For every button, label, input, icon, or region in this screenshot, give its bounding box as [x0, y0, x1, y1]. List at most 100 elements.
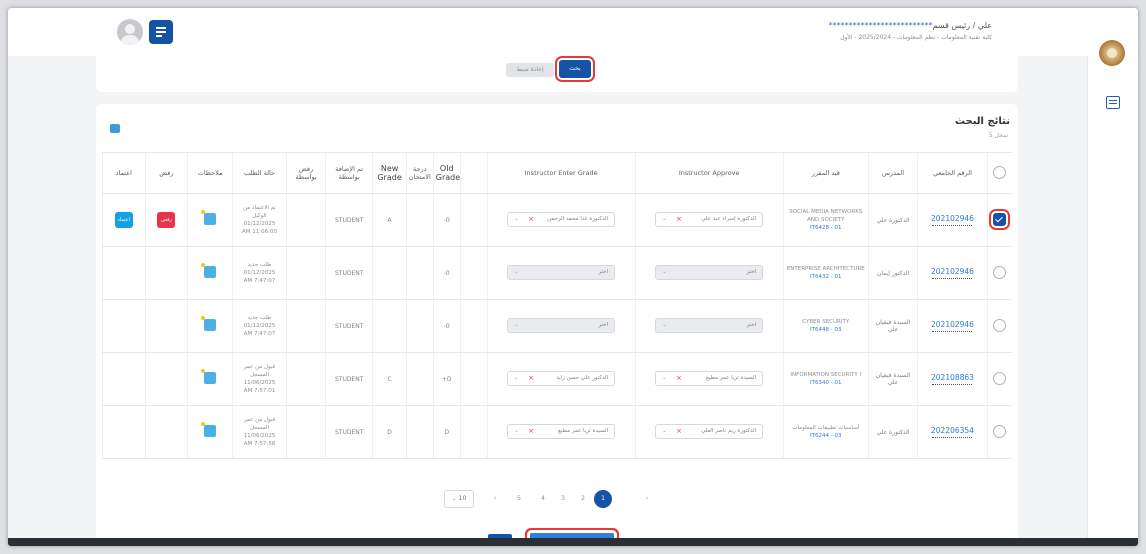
instructor-approve-select[interactable]: ⌄ × الدكتورة ريم ناصر العلي [655, 423, 764, 439]
select-value: الدكتورة ريم ناصر العلي [701, 427, 757, 434]
col-reject: رفض [144, 152, 188, 194]
status-date: 11/06/2025 [243, 433, 276, 439]
chevron-down-icon: ⌄ [514, 215, 519, 222]
row-checkbox[interactable] [993, 318, 1007, 332]
chevron-down-icon: ⌄ [514, 374, 519, 381]
avatar[interactable] [117, 19, 143, 45]
col-instructor-approve: Instructor Approve [634, 152, 784, 194]
table-row: قبول من عمر المسجل 11/06/2025 AM 7:57:01 ST… [102, 352, 1012, 406]
status-text: تم الاعتماد من الوكيل [243, 205, 276, 219]
instructor-grade-select[interactable]: ⌄ × الدكتورة غدا محمد الرحمن [507, 211, 616, 227]
student-id-link[interactable]: 202102946 [931, 267, 974, 276]
note-icon[interactable] [201, 263, 217, 278]
chevron-down-icon: ⌄ [662, 321, 667, 328]
col-student-id: الرقم الجامعي [917, 152, 988, 194]
divider [932, 331, 973, 332]
row-checkbox[interactable] [993, 265, 1007, 279]
page-button[interactable]: 3 [556, 492, 570, 506]
col-approve: اعتماد [102, 152, 146, 194]
page-button[interactable]: 5 [512, 492, 526, 506]
student-id-cell: 202206354 [917, 405, 988, 459]
student-id-link[interactable]: 202102946 [931, 320, 974, 329]
chevron-right-icon[interactable]: › [640, 492, 654, 506]
student-id-link[interactable]: 202206354 [931, 426, 974, 435]
reject-cell [144, 405, 188, 459]
table-row: طلب جديد 01/12/2025 AM 7:47:07 STUDENT -0 ⌄ اخ… [102, 246, 1012, 300]
col-select-all [986, 152, 1012, 194]
row-checkbox[interactable] [993, 212, 1007, 226]
select-value: السيدة ثريا عمر مطيع [558, 427, 609, 434]
student-id-cell: 202102946 [917, 299, 988, 353]
instructor-approve-select[interactable]: ⌄ اختر [655, 317, 764, 333]
course-code[interactable]: IT6428 - 01 [786, 224, 866, 232]
approve-cell [102, 405, 146, 459]
instructor-approve-select[interactable]: ⌄ × الدكتورة إسراء عبد علي [655, 211, 764, 227]
course-code[interactable]: IT6244 - 03 [786, 432, 866, 440]
course-name: أساسيات تطبيقات المعلومات [792, 425, 860, 431]
instructor-grade-select[interactable]: ⌄ × الدكتور علي حسن زايد [507, 370, 616, 386]
note-icon[interactable] [201, 422, 217, 437]
status-date: 11/06/2025 [243, 380, 276, 386]
student-id-link[interactable]: 202102946 [931, 214, 974, 223]
reset-button[interactable]: إعادة ضبط [506, 63, 554, 77]
print-icon[interactable] [110, 124, 120, 133]
page-button[interactable]: 1 [594, 490, 612, 508]
search-button[interactable]: بحث [559, 60, 591, 78]
old-grade-cell: -0 [432, 193, 461, 247]
new-grade-cell: A [372, 193, 407, 247]
university-logo [1099, 40, 1125, 66]
exam-grade-cell [405, 405, 434, 459]
page-size-select[interactable]: ⌄ 10 [444, 490, 474, 508]
status-text: طلب جديد [247, 262, 272, 268]
instructor-grade-select[interactable]: ⌄ اختر [507, 317, 616, 333]
page-button[interactable]: 2 [576, 492, 590, 506]
chevron-left-icon[interactable]: ‹ [488, 492, 502, 506]
teacher-cell: الدكتورة علي [867, 405, 918, 459]
page-button[interactable]: 4 [536, 492, 550, 506]
document-icon[interactable] [149, 20, 173, 44]
col-old-grade: Old Grade [432, 152, 461, 194]
col-notes: ملاحظات [187, 152, 233, 194]
course-code[interactable]: IT6448 - 03 [786, 326, 866, 334]
note-icon[interactable] [201, 369, 217, 384]
clear-icon[interactable]: × [528, 213, 534, 226]
row-checkbox[interactable] [993, 424, 1007, 438]
instructor-approve-select[interactable]: ⌄ اختر [655, 264, 764, 280]
exam-grade-cell [405, 246, 434, 300]
course-name: INFORMATION SECURITY I [790, 372, 862, 378]
exam-grade-cell [405, 352, 434, 406]
student-id-cell: 202108863 [917, 352, 988, 406]
select-all-checkbox[interactable] [993, 165, 1007, 179]
row-checkbox[interactable] [993, 371, 1007, 385]
clear-icon[interactable]: × [528, 372, 534, 385]
course-code[interactable]: IT6432 - 01 [786, 273, 866, 281]
col-added-by: تم الإضافة بواسطة [325, 152, 373, 194]
new-grade-cell [372, 246, 407, 300]
table-row: طلب جديد 01/12/2025 AM 7:47:07 STUDENT -0 ⌄ اخ… [102, 299, 1012, 353]
enter-grade-cell: ⌄ اختر [486, 299, 636, 353]
status-text: طلب جديد [247, 315, 272, 321]
calendar-icon[interactable] [1106, 96, 1120, 109]
instructor-grade-select[interactable]: ⌄ اختر [507, 264, 616, 280]
rejected-by-cell [285, 352, 326, 406]
approve-button[interactable]: اعتماد [114, 212, 133, 228]
status-cell: طلب جديد 01/12/2025 AM 7:47:07 [232, 246, 287, 300]
course-cell: ENTERPRISE ARCHITECTURE IT6432 - 01 [782, 246, 869, 300]
course-name: SOCIAL MEDIA NETWORKS AND SOCIETY [789, 209, 863, 223]
instructor-grade-select[interactable]: ⌄ × السيدة ثريا عمر مطيع [507, 423, 616, 439]
note-icon[interactable] [201, 316, 217, 331]
clear-icon[interactable]: × [676, 425, 682, 438]
note-icon[interactable] [201, 210, 217, 225]
course-code[interactable]: IT6340 - 01 [786, 379, 866, 387]
approve-cell [102, 246, 146, 300]
reject-button[interactable]: رفض [157, 212, 176, 228]
clear-icon[interactable]: × [676, 372, 682, 385]
clear-icon[interactable]: × [528, 425, 534, 438]
clear-icon[interactable]: × [676, 213, 682, 226]
instructor-approve-select[interactable]: ⌄ × السيدة ثريا عمر مطيع [655, 370, 764, 386]
teacher-cell: الدكتورة علي [867, 193, 918, 247]
old-grade-cell: +D [432, 352, 461, 406]
status-text: قبول من عمر المسجل [243, 417, 276, 431]
select-cell [986, 246, 1012, 300]
student-id-link[interactable]: 202108863 [931, 373, 974, 382]
